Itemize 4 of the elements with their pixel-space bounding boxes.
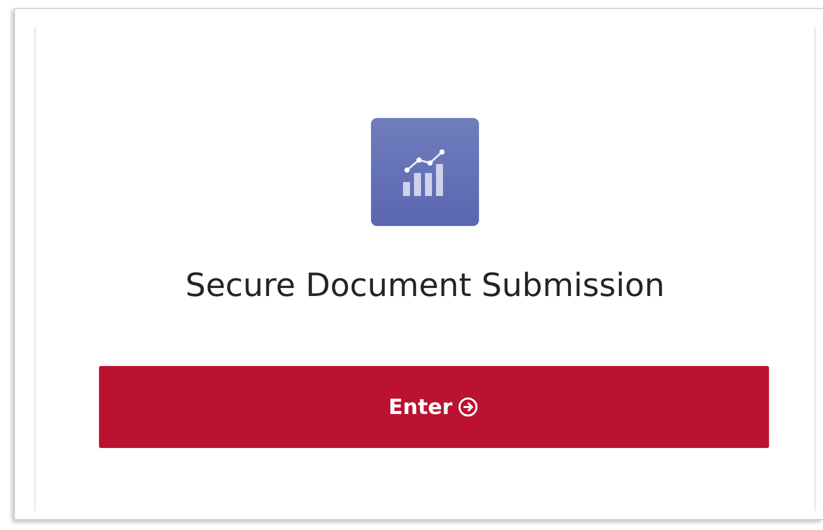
page-title: Secure Document Submission: [185, 266, 665, 304]
chart-app-icon: [371, 118, 479, 226]
arrow-right-icon: [458, 397, 478, 417]
enter-button[interactable]: Enter: [98, 366, 768, 448]
